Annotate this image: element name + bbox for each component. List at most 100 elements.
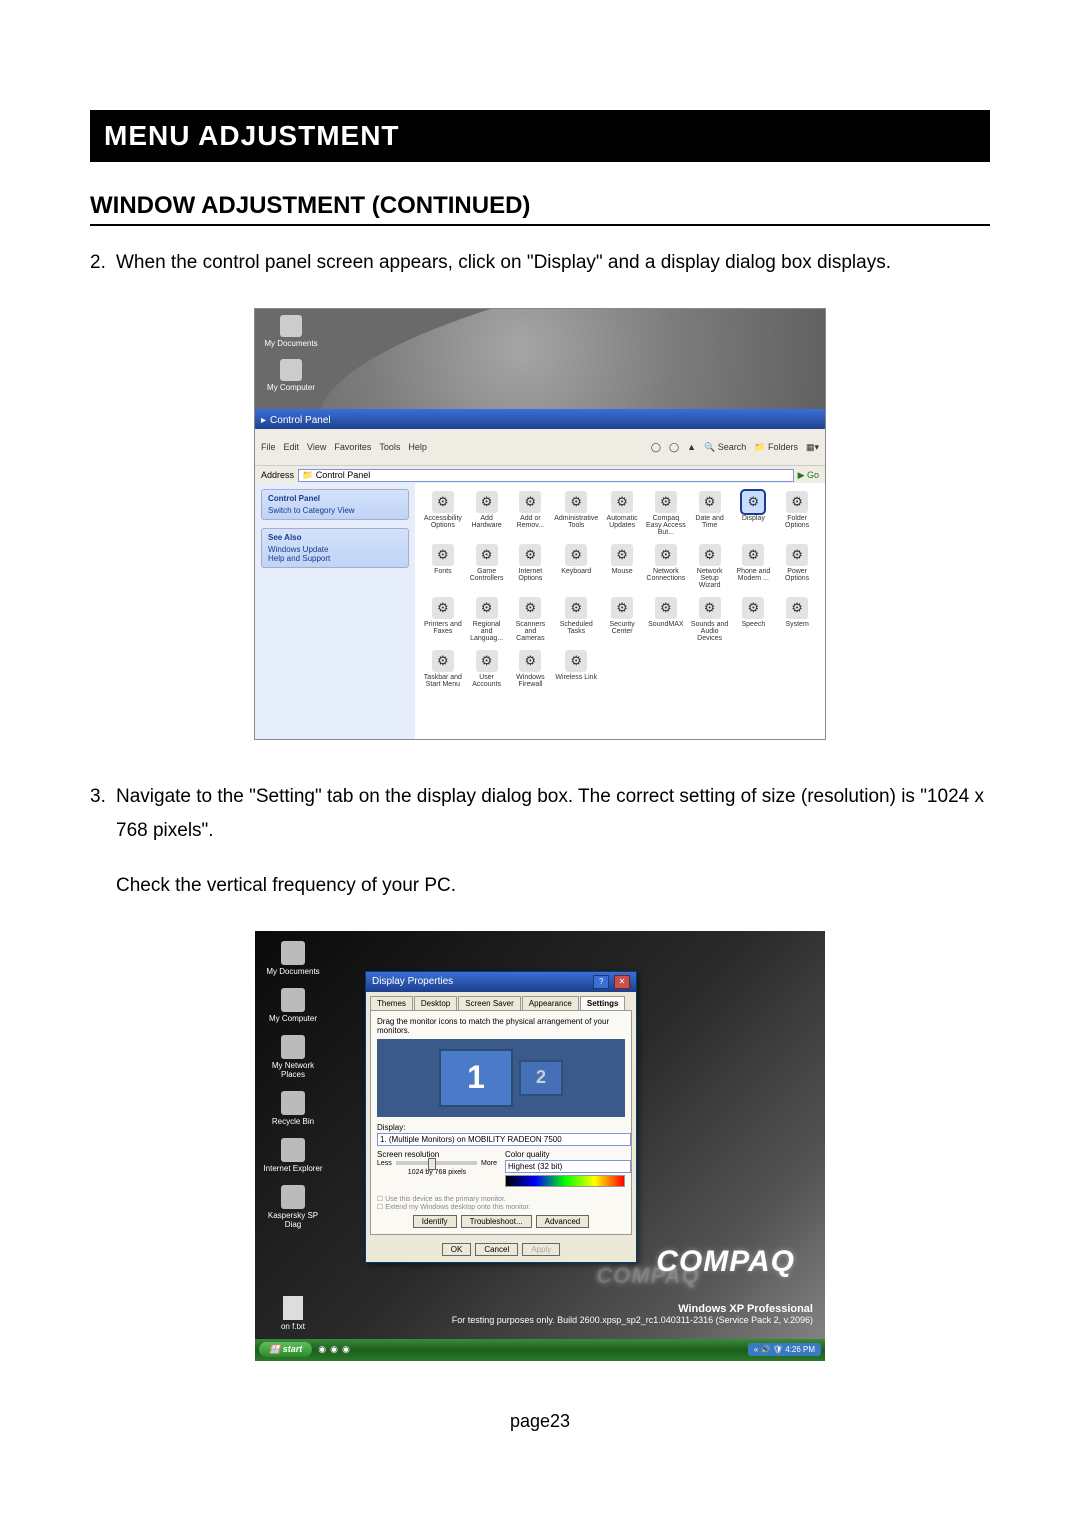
desktop-icon[interactable]: Recycle Bin bbox=[263, 1091, 323, 1126]
tab-desktop[interactable]: Desktop bbox=[414, 996, 457, 1010]
folder-icon: ▸ bbox=[261, 415, 266, 426]
desktop-icon[interactable]: My Documents bbox=[263, 941, 323, 976]
control-panel-item[interactable]: ⚙Game Controllers bbox=[467, 544, 507, 589]
advanced-button[interactable]: Advanced bbox=[536, 1215, 590, 1228]
color-quality-select[interactable]: Highest (32 bit) bbox=[505, 1160, 631, 1173]
control-panel-item[interactable]: ⚙Keyboard bbox=[554, 544, 598, 589]
control-panel-item[interactable]: ⚙Network Setup Wizard bbox=[690, 544, 730, 589]
help-icon[interactable]: ? bbox=[593, 975, 609, 989]
control-panel-item[interactable]: ⚙Accessibility Options bbox=[423, 491, 463, 536]
applet-icon: ⚙ bbox=[786, 597, 808, 619]
control-panel-item[interactable]: ⚙Mouse bbox=[602, 544, 642, 589]
monitor-arrangement-area[interactable]: 1 2 bbox=[377, 1039, 625, 1117]
forward-icon[interactable]: ◯ bbox=[669, 442, 679, 453]
control-panel-menubar[interactable]: FileEditView FavoritesToolsHelp ◯ ◯ ▲ 🔍 … bbox=[255, 429, 825, 465]
applet-icon: ⚙ bbox=[476, 491, 498, 513]
tray-icon[interactable]: « bbox=[754, 1345, 758, 1354]
windows-update-link[interactable]: Windows Update bbox=[268, 545, 402, 554]
apply-button[interactable]: Apply bbox=[522, 1243, 560, 1256]
extend-desktop-checkbox[interactable]: ☐ Extend my Windows desktop onto this mo… bbox=[377, 1203, 625, 1211]
start-button[interactable]: 🪟 start bbox=[259, 1342, 312, 1357]
resolution-slider[interactable] bbox=[396, 1161, 477, 1165]
display-select[interactable]: 1. (Multiple Monitors) on MOBILITY RADEO… bbox=[377, 1133, 631, 1146]
applet-icon: ⚙ bbox=[699, 597, 721, 619]
views-icon[interactable]: ▦▾ bbox=[806, 442, 819, 453]
dialog-tabs[interactable]: ThemesDesktopScreen SaverAppearanceSetti… bbox=[370, 996, 632, 1010]
control-panel-item[interactable]: ⚙Folder Options bbox=[777, 491, 817, 536]
desktop-icon[interactable]: My Network Places bbox=[263, 1035, 323, 1079]
tab-settings[interactable]: Settings bbox=[580, 996, 626, 1010]
control-panel-item[interactable]: ⚙User Accounts bbox=[467, 650, 507, 688]
control-panel-item[interactable]: ⚙Administrative Tools bbox=[554, 491, 598, 536]
control-panel-item[interactable]: ⚙Speech bbox=[733, 597, 773, 642]
page-number: page23 bbox=[90, 1411, 990, 1432]
sidebar-panel-control-panel: Control Panel Switch to Category View bbox=[261, 489, 409, 520]
identify-button[interactable]: Identify bbox=[413, 1215, 457, 1228]
control-panel-item[interactable]: ⚙Fonts bbox=[423, 544, 463, 589]
address-bar[interactable]: Address 📁 Control Panel ▶ Go bbox=[255, 465, 825, 484]
control-panel-item[interactable]: ⚙Taskbar and Start Menu bbox=[423, 650, 463, 688]
close-icon[interactable]: ✕ bbox=[614, 975, 630, 989]
control-panel-item[interactable]: ⚙Display bbox=[733, 491, 773, 536]
monitor-1[interactable]: 1 bbox=[439, 1049, 513, 1107]
brand-logo: COMPAQ COMPAQ bbox=[656, 1245, 795, 1279]
control-panel-item[interactable]: ⚙Scanners and Cameras bbox=[511, 597, 551, 642]
control-panel-item[interactable]: ⚙SoundMAX bbox=[646, 597, 686, 642]
mail-icon[interactable]: ◉ bbox=[330, 1344, 338, 1355]
applet-icon: ⚙ bbox=[786, 544, 808, 566]
tab-appearance[interactable]: Appearance bbox=[522, 996, 579, 1010]
tab-screen-saver[interactable]: Screen Saver bbox=[458, 996, 520, 1010]
taskbar[interactable]: 🪟 start ◉ ◉ ◉ « 🔊 🛡 4:26 PM bbox=[255, 1339, 825, 1361]
control-panel-item[interactable]: ⚙Wireless Link bbox=[554, 650, 598, 688]
desktop-icon-mycomputer[interactable]: My Computer bbox=[261, 359, 321, 392]
control-panel-item[interactable]: ⚙ Network Connections bbox=[646, 544, 686, 589]
desktop-icon[interactable]: My Computer bbox=[263, 988, 323, 1023]
control-panel-item[interactable]: ⚙Internet Options bbox=[511, 544, 551, 589]
tab-themes[interactable]: Themes bbox=[370, 996, 413, 1010]
applet-label: Wireless Link bbox=[555, 674, 597, 681]
applet-label: Network Connections bbox=[646, 568, 686, 582]
troubleshoot-button[interactable]: Troubleshoot... bbox=[461, 1215, 532, 1228]
back-icon[interactable]: ◯ bbox=[651, 442, 661, 453]
tray-icon[interactable]: 🛡 bbox=[773, 1345, 783, 1354]
up-icon[interactable]: ▲ bbox=[687, 442, 696, 452]
tray-icon[interactable]: 🔊 bbox=[761, 1345, 771, 1354]
control-panel-item[interactable]: ⚙Windows Firewall bbox=[511, 650, 551, 688]
control-panel-item[interactable]: ⚙Security Center bbox=[602, 597, 642, 642]
system-tray[interactable]: « 🔊 🛡 4:26 PM bbox=[748, 1343, 821, 1356]
desktop-icon[interactable]: ◉ bbox=[342, 1344, 350, 1355]
help-support-link[interactable]: Help and Support bbox=[268, 554, 402, 563]
desktop-icon[interactable]: Kaspersky SP Diag bbox=[263, 1185, 323, 1229]
control-panel-item[interactable]: ⚙Power Options bbox=[777, 544, 817, 589]
applet-icon: ⚙ bbox=[655, 544, 677, 566]
control-panel-item[interactable]: ⚙Phone and Modem ... bbox=[733, 544, 773, 589]
control-panel-item[interactable]: ⚙Date and Time bbox=[690, 491, 730, 536]
desktop-icon-mydocs[interactable]: My Documents bbox=[261, 315, 321, 348]
applet-icon: ⚙ bbox=[432, 544, 454, 566]
primary-monitor-checkbox[interactable]: ☐ Use this device as the primary monitor… bbox=[377, 1195, 625, 1203]
applet-icon: ⚙ bbox=[611, 544, 633, 566]
control-panel-item[interactable]: ⚙Add or Remov... bbox=[511, 491, 551, 536]
ok-button[interactable]: OK bbox=[442, 1243, 472, 1256]
applet-icon: ⚙ bbox=[519, 491, 541, 513]
control-panel-item[interactable]: ⚙Add Hardware bbox=[467, 491, 507, 536]
control-panel-item[interactable]: ⚙Printers and Faxes bbox=[423, 597, 463, 642]
control-panel-item[interactable]: ⚙Regional and Languag... bbox=[467, 597, 507, 642]
control-panel-item[interactable]: ⚙System bbox=[777, 597, 817, 642]
tray-clock[interactable]: 4:26 PM bbox=[785, 1345, 815, 1354]
control-panel-item[interactable]: ⚙Compaq Easy Access But... bbox=[646, 491, 686, 536]
control-panel-item[interactable]: ⚙Scheduled Tasks bbox=[554, 597, 598, 642]
desktop-icon[interactable]: Internet Explorer bbox=[263, 1138, 323, 1173]
dialog-titlebar[interactable]: Display Properties ? ✕ bbox=[366, 972, 636, 992]
quick-launch[interactable]: ◉ ◉ ◉ bbox=[318, 1344, 350, 1355]
desktop-icon-file[interactable]: on f.txt bbox=[263, 1296, 323, 1331]
applet-icon: ⚙ bbox=[742, 597, 764, 619]
monitor-2[interactable]: 2 bbox=[519, 1060, 563, 1096]
control-panel-item[interactable]: ⚙Automatic Updates bbox=[602, 491, 642, 536]
switch-category-view-link[interactable]: Switch to Category View bbox=[268, 506, 402, 515]
window-title: Control Panel bbox=[270, 415, 331, 426]
applet-label: Administrative Tools bbox=[554, 515, 598, 529]
cancel-button[interactable]: Cancel bbox=[475, 1243, 518, 1256]
ie-icon[interactable]: ◉ bbox=[318, 1344, 326, 1355]
control-panel-item[interactable]: ⚙Sounds and Audio Devices bbox=[690, 597, 730, 642]
